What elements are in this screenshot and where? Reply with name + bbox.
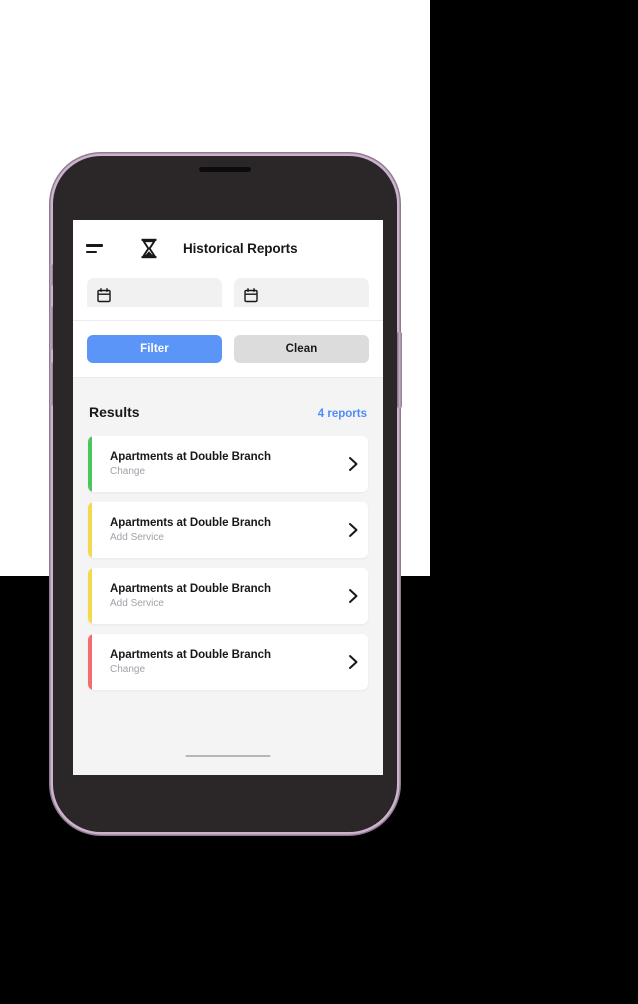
list-item-subtitle: Change [110,664,146,675]
app-bar: Historical Reports [73,220,383,277]
results-title: Results [89,404,140,420]
list-item-title: Apartments at Double Branch [110,517,271,529]
list-item[interactable]: Apartments at Double Branch Change [88,436,368,492]
results-list: Apartments at Double Branch Change Apart… [73,436,383,690]
volume-down-button[interactable] [48,362,53,406]
chevron-right-icon[interactable] [338,456,368,472]
volume-up-button[interactable] [48,306,53,350]
list-item[interactable]: Apartments at Double Branch Change [88,634,368,690]
list-item-body: Apartments at Double Branch Change [88,649,338,675]
status-accent-bar [88,436,92,492]
chevron-right-icon[interactable] [338,654,368,670]
filter-button[interactable]: Filter [87,335,222,363]
filter-actions: Filter Clean [73,321,383,377]
list-item-body: Apartments at Double Branch Change [88,451,338,477]
list-item[interactable]: Apartments at Double Branch Add Service [88,502,368,558]
silent-switch[interactable] [49,264,53,286]
date-range-row [73,277,383,307]
phone-screen: Historical Reports Filter Clean Results … [73,220,383,775]
status-accent-bar [88,634,92,690]
filter-panel: Filter Clean [73,277,383,378]
results-header: Results 4 reports [73,378,383,436]
phone-device: Historical Reports Filter Clean Results … [48,156,402,832]
page-title: Historical Reports [183,241,298,256]
power-button[interactable] [397,332,402,408]
hourglass-icon [138,237,160,261]
list-item-title: Apartments at Double Branch [110,583,271,595]
home-indicator [185,755,271,757]
status-accent-bar [88,568,92,624]
list-item-subtitle: Add Service [110,598,164,609]
calendar-icon [244,288,258,303]
results-count[interactable]: 4 reports [318,408,367,420]
clean-button[interactable]: Clean [234,335,369,363]
list-item-subtitle: Add Service [110,532,164,543]
chevron-right-icon[interactable] [338,522,368,538]
calendar-icon [97,288,111,303]
list-item-body: Apartments at Double Branch Add Service [88,583,338,609]
list-item-title: Apartments at Double Branch [110,451,271,463]
canvas: Historical Reports Filter Clean Results … [0,0,638,1004]
hamburger-icon[interactable] [86,241,106,257]
earpiece-speaker [199,167,251,172]
list-item-subtitle: Change [110,466,146,477]
list-item-body: Apartments at Double Branch Add Service [88,517,338,543]
start-date-field[interactable] [87,278,222,307]
list-item-title: Apartments at Double Branch [110,649,271,661]
status-accent-bar [88,502,92,558]
list-item[interactable]: Apartments at Double Branch Add Service [88,568,368,624]
end-date-field[interactable] [234,278,369,307]
chevron-right-icon[interactable] [338,588,368,604]
